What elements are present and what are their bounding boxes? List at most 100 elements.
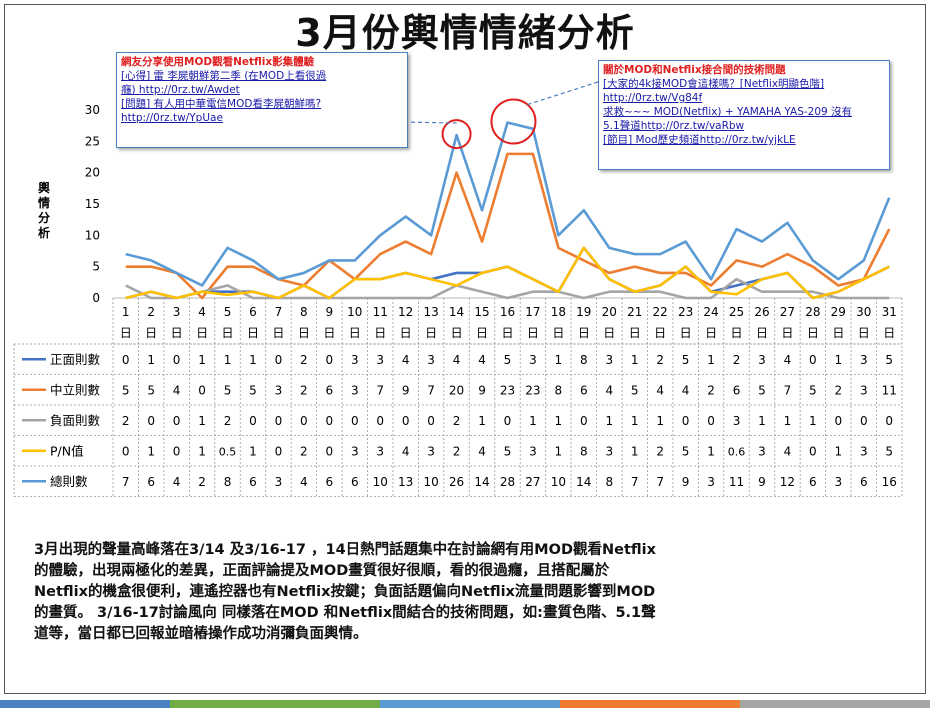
callout-right-line[interactable]: [大家的4k接MOD會這樣嗎？[Netflix明顯色階] bbox=[603, 77, 885, 91]
x-tick-label: 29 bbox=[831, 305, 846, 319]
data-label: 0 bbox=[682, 414, 690, 428]
x-tick-label: 8 bbox=[300, 305, 308, 319]
footer-color-segment bbox=[380, 700, 560, 708]
data-label: 0 bbox=[122, 444, 130, 458]
x-tick-suffix: 日 bbox=[629, 326, 641, 340]
x-tick-label: 27 bbox=[780, 305, 795, 319]
data-label: 0 bbox=[326, 353, 334, 367]
data-label: 1 bbox=[707, 444, 715, 458]
callout-right-line[interactable]: [節目] Mod歷史頻道http://0rz.tw/yjkLE bbox=[603, 133, 885, 147]
data-label: 5 bbox=[504, 353, 512, 367]
data-label: 4 bbox=[605, 383, 613, 397]
callout-left: 網友分享使用MOD觀看Netflix影集體驗 [心得] 雷 李屍朝鮮第二季 (在… bbox=[116, 52, 408, 148]
data-label: 6 bbox=[809, 475, 817, 489]
data-label: 6 bbox=[860, 475, 868, 489]
x-tick-label: 12 bbox=[398, 305, 413, 319]
callout-right-title: 關於MOD和Netflix接合間的技術問題 bbox=[603, 64, 786, 76]
y-tick-label: 15 bbox=[85, 197, 100, 211]
data-label: 1 bbox=[555, 414, 563, 428]
callout-right-line[interactable]: 5.1聲道http://0rz.tw/vaRbw bbox=[603, 119, 885, 133]
data-label: 10 bbox=[423, 475, 438, 489]
callout-left-title: 網友分享使用MOD觀看Netflix影集體驗 bbox=[121, 56, 315, 68]
x-tick-suffix: 日 bbox=[832, 326, 844, 340]
data-label: 7 bbox=[376, 383, 384, 397]
data-label: 3 bbox=[427, 444, 435, 458]
data-label: 2 bbox=[122, 414, 130, 428]
x-tick-suffix: 日 bbox=[527, 326, 539, 340]
data-label: 1 bbox=[198, 353, 206, 367]
data-label: 1 bbox=[249, 444, 257, 458]
data-label: 3 bbox=[275, 383, 283, 397]
data-label: 10 bbox=[373, 475, 388, 489]
data-label: 2 bbox=[198, 475, 206, 489]
data-label: 9 bbox=[758, 475, 766, 489]
data-label: 8 bbox=[580, 444, 588, 458]
callout-left-line[interactable]: http://0rz.tw/YpUae bbox=[121, 111, 403, 125]
y-tick-label: 10 bbox=[85, 228, 100, 242]
callout-left-line[interactable]: [心得] 雷 李屍朝鮮第二季 (在MOD上看很過 bbox=[121, 69, 403, 83]
x-tick-label: 23 bbox=[678, 305, 693, 319]
callout-right-line[interactable]: 求救~~~ MOD(Netflix) + YAMAHA YAS-209 沒有 bbox=[603, 105, 885, 119]
data-label: 1 bbox=[249, 353, 257, 367]
data-label: 2 bbox=[300, 383, 308, 397]
x-tick-label: 5 bbox=[224, 305, 232, 319]
data-label: 0 bbox=[376, 414, 384, 428]
x-tick-suffix: 日 bbox=[654, 326, 666, 340]
x-tick-label: 7 bbox=[275, 305, 283, 319]
data-label: 23 bbox=[500, 383, 515, 397]
x-tick-label: 14 bbox=[449, 305, 464, 319]
data-label: 9 bbox=[478, 383, 486, 397]
data-label: 3 bbox=[733, 414, 741, 428]
data-label: 1 bbox=[631, 414, 639, 428]
data-label: 3 bbox=[835, 475, 843, 489]
data-label: 5 bbox=[504, 444, 512, 458]
data-label: 7 bbox=[656, 475, 664, 489]
data-label: 5 bbox=[758, 383, 766, 397]
data-label: 4 bbox=[173, 383, 181, 397]
data-label: 4 bbox=[173, 475, 181, 489]
callout-right-line[interactable]: http://0rz.tw/Vg84f bbox=[603, 91, 885, 105]
data-label: 10 bbox=[551, 475, 566, 489]
x-tick-label: 16 bbox=[500, 305, 515, 319]
data-label: 4 bbox=[784, 353, 792, 367]
footer-color-segment bbox=[170, 700, 380, 708]
x-tick-label: 19 bbox=[576, 305, 591, 319]
data-label: 11 bbox=[729, 475, 744, 489]
data-label: 0 bbox=[580, 414, 588, 428]
x-tick-label: 4 bbox=[198, 305, 206, 319]
data-label: 2 bbox=[224, 414, 232, 428]
x-tick-suffix: 日 bbox=[196, 326, 208, 340]
data-label: 0 bbox=[885, 414, 893, 428]
data-label: 0.6 bbox=[728, 445, 746, 458]
data-label: 5 bbox=[122, 383, 130, 397]
x-tick-suffix: 日 bbox=[883, 326, 895, 340]
data-label: 3 bbox=[427, 353, 435, 367]
footer-color-segment bbox=[740, 700, 930, 708]
data-label: 1 bbox=[555, 444, 563, 458]
data-label: 7 bbox=[631, 475, 639, 489]
data-label: 5 bbox=[885, 353, 893, 367]
data-label: 1 bbox=[784, 414, 792, 428]
data-label: 0 bbox=[198, 383, 206, 397]
x-tick-label: 21 bbox=[627, 305, 642, 319]
data-label: 3 bbox=[376, 444, 384, 458]
callout-left-line[interactable]: 癮) http://0rz.tw/Awdet bbox=[121, 83, 403, 97]
data-label: 4 bbox=[682, 383, 690, 397]
data-label: 3 bbox=[860, 444, 868, 458]
legend-label: 負面則數 bbox=[50, 413, 101, 428]
data-label: 5 bbox=[631, 383, 639, 397]
data-label: 2 bbox=[656, 444, 664, 458]
data-label: 7 bbox=[784, 383, 792, 397]
x-tick-suffix: 日 bbox=[680, 326, 692, 340]
data-label: 3 bbox=[376, 353, 384, 367]
y-axis-label-char: 分 bbox=[38, 210, 50, 225]
data-label: 1 bbox=[605, 414, 613, 428]
data-label: 3 bbox=[758, 444, 766, 458]
x-tick-label: 22 bbox=[653, 305, 668, 319]
x-tick-suffix: 日 bbox=[349, 326, 361, 340]
data-label: 4 bbox=[478, 444, 486, 458]
data-label: 8 bbox=[605, 475, 613, 489]
callout-left-line[interactable]: [問題] 有人用中華電信MOD看李屍朝鮮嗎? bbox=[121, 97, 403, 111]
data-label: 1 bbox=[198, 414, 206, 428]
x-tick-label: 9 bbox=[326, 305, 334, 319]
